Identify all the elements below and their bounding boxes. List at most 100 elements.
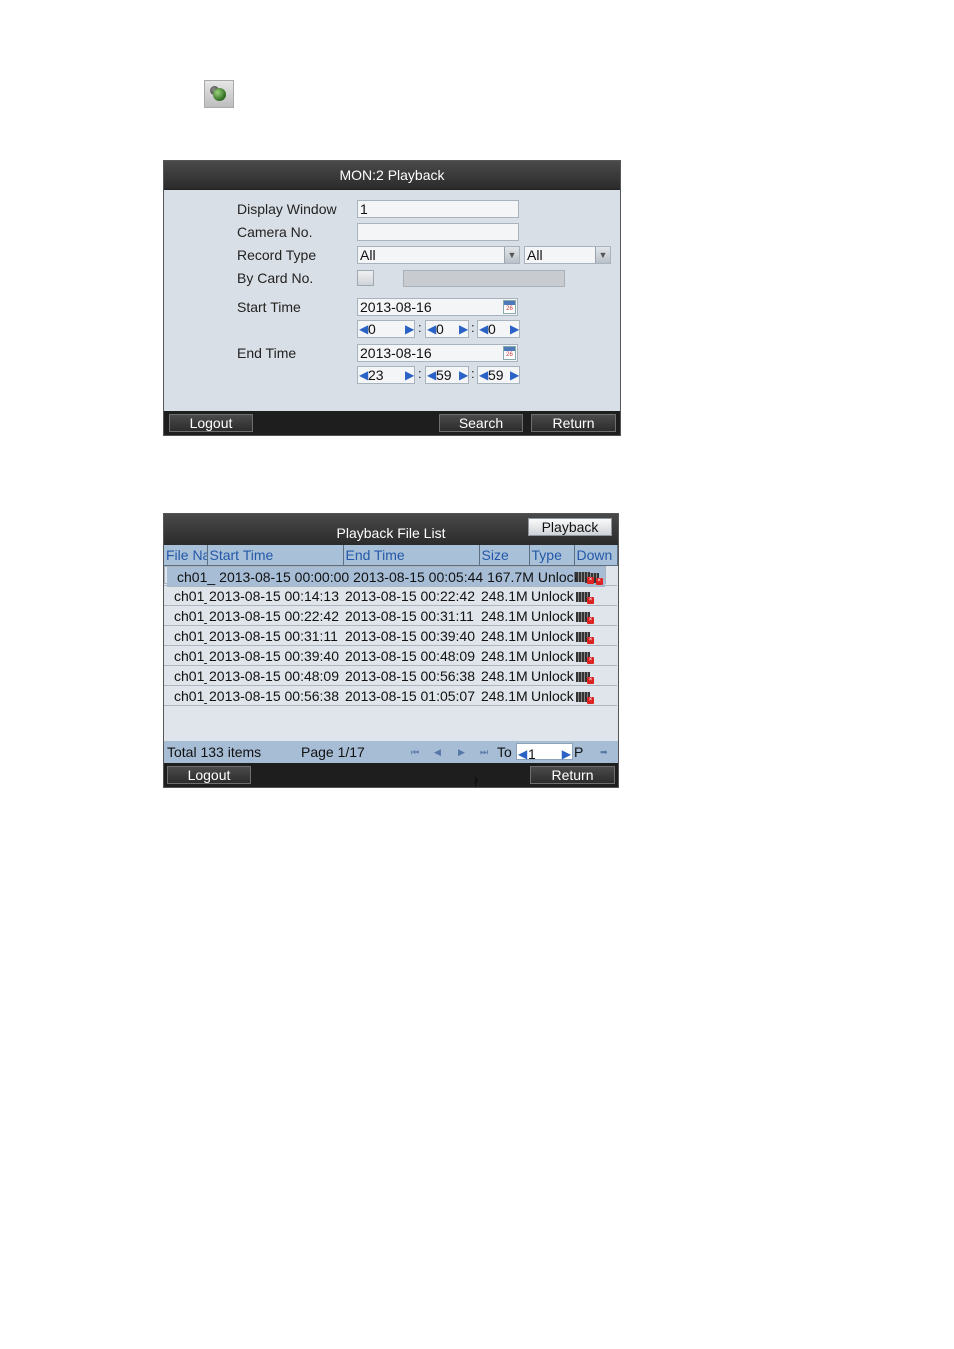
page-number-value: 1 — [528, 746, 536, 762]
spin-left-icon[interactable]: ◀ — [518, 747, 527, 762]
dialog-title-bar: Playback File List Playback — [164, 514, 618, 545]
type-cell: Unlock — [529, 605, 574, 626]
end-second-spinner[interactable]: ◀ 59 ▶ — [477, 366, 520, 384]
spin-left-icon[interactable]: ◀ — [359, 367, 368, 383]
go-page-icon[interactable]: ➡ — [600, 747, 608, 758]
start-hour-spinner[interactable]: ◀ 0 ▶ — [357, 320, 415, 338]
record-type-select[interactable]: All ▼ — [357, 246, 520, 264]
by-card-no-checkbox[interactable] — [357, 270, 374, 286]
chevron-down-icon[interactable]: ▼ — [595, 247, 610, 263]
column-header-size[interactable]: Size — [479, 545, 530, 566]
column-header-start-time[interactable]: Start Time — [207, 545, 344, 566]
end-minute-spinner[interactable]: ◀ 59 ▶ — [425, 366, 469, 384]
start-minute-spinner[interactable]: ◀ 0 ▶ — [425, 320, 469, 338]
download-icon[interactable]: × — [576, 691, 594, 704]
camera-no-label: Camera No. — [237, 224, 313, 240]
spin-right-icon[interactable]: ▶ — [405, 367, 414, 383]
total-items: Total 133 items — [167, 744, 262, 760]
spin-left-icon[interactable]: ◀ — [359, 321, 368, 337]
start-second-spinner[interactable]: ◀ 0 ▶ — [477, 320, 520, 338]
first-page-icon[interactable]: ⏮ — [411, 747, 419, 758]
table-row[interactable]: ch01_2013-08-15 00:39:402013-08-15 00:48… — [164, 645, 617, 666]
end-date-field[interactable]: 2013-08-16 26 — [357, 344, 518, 362]
calendar-icon[interactable]: 26 — [503, 300, 516, 314]
page-indicator: Page 1/17 — [301, 744, 365, 760]
column-header-type[interactable]: Type — [529, 545, 575, 566]
end-time-cell: 2013-08-15 00:39:40 — [343, 625, 479, 646]
download-icon[interactable]: × — [576, 651, 594, 664]
dialog-footer: Logout Return — [164, 763, 618, 787]
column-header-file-name[interactable]: File Na — [164, 545, 208, 566]
search-button[interactable]: Search — [439, 414, 523, 432]
end-hour-value: 23 — [368, 367, 384, 383]
size-cell: 248.1M — [479, 645, 529, 666]
file-name-cell: ch01_ — [164, 645, 207, 666]
record-subtype-select[interactable]: All ▼ — [524, 246, 611, 264]
type-cell: Unlock — [529, 585, 574, 606]
table-row[interactable]: ch01_2013-08-15 00:14:132013-08-15 00:22… — [164, 585, 617, 606]
column-header-download[interactable]: Down — [574, 545, 618, 566]
time-separator: : — [418, 320, 422, 335]
spin-left-icon[interactable]: ◀ — [427, 321, 436, 337]
spin-left-icon[interactable]: ◀ — [427, 367, 436, 383]
record-type-label: Record Type — [237, 247, 317, 263]
spin-left-icon[interactable]: ◀ — [479, 367, 488, 383]
card-no-field[interactable] — [403, 270, 565, 287]
table-row[interactable]: ch01_2013-08-15 00:56:382013-08-15 01:05… — [164, 685, 617, 706]
end-time-cell: 2013-08-15 01:05:07 — [343, 685, 479, 706]
start-date-field[interactable]: 2013-08-16 26 — [357, 298, 518, 316]
last-page-icon[interactable]: ⏭ — [480, 747, 488, 758]
download-cell: × — [574, 605, 617, 626]
next-page-icon[interactable]: ▶ — [458, 747, 465, 758]
time-separator: : — [418, 366, 422, 381]
spin-right-icon[interactable]: ▶ — [562, 747, 571, 762]
start-hour-value: 0 — [368, 321, 376, 337]
spin-right-icon[interactable]: ▶ — [459, 321, 468, 337]
playback-icon[interactable] — [204, 80, 234, 108]
prev-page-icon[interactable]: ◀ — [434, 747, 441, 758]
playback-button[interactable]: Playback — [528, 518, 612, 536]
goto-label: To — [497, 744, 512, 760]
spin-right-icon[interactable]: ▶ — [459, 367, 468, 383]
table-row[interactable]: ch01_2013-08-15 00:48:092013-08-15 00:56… — [164, 665, 617, 686]
spin-right-icon[interactable]: ▶ — [405, 321, 414, 337]
spin-right-icon[interactable]: ▶ — [510, 321, 519, 337]
mouse-cursor-icon — [475, 776, 478, 788]
return-button[interactable]: Return — [530, 766, 615, 784]
table-row[interactable]: ch01_ 2013-08-15 00:00:00 2013-08-15 00:05… — [164, 566, 606, 587]
logout-button[interactable]: Logout — [167, 766, 251, 784]
spin-right-icon[interactable]: ▶ — [510, 367, 519, 383]
file-name-cell: ch01_ — [164, 605, 207, 626]
download-icon[interactable]: × — [576, 611, 594, 624]
calendar-icon[interactable]: 26 — [503, 346, 516, 360]
table-row[interactable]: ch01_2013-08-15 00:22:422013-08-15 00:31… — [164, 605, 617, 626]
display-window-field[interactable]: 1 — [357, 200, 519, 218]
start-time-cell: 2013-08-15 00:48:09 — [207, 665, 343, 686]
spin-left-icon[interactable]: ◀ — [479, 321, 488, 337]
start-time-cell: 2013-08-15 00:31:11 — [207, 625, 343, 646]
size-cell: 248.1M — [479, 665, 529, 686]
camera-no-field[interactable] — [357, 223, 519, 241]
end-hour-spinner[interactable]: ◀ 23 ▶ — [357, 366, 415, 384]
record-subtype-value: All — [527, 247, 543, 263]
calendar-day: 26 — [506, 306, 513, 312]
type-cell: Unlock — [529, 625, 574, 646]
size-cell: 248.1M — [479, 585, 529, 606]
logout-button[interactable]: Logout — [169, 414, 253, 432]
download-icon[interactable]: × — [576, 571, 594, 584]
download-cell: × — [574, 585, 617, 606]
download-cell: × — [574, 665, 617, 686]
page-number-input[interactable]: ◀ 1 ▶ — [516, 743, 573, 762]
size-cell: 248.1M — [479, 605, 529, 626]
download-icon[interactable]: × — [576, 671, 594, 684]
return-button[interactable]: Return — [531, 414, 616, 432]
column-header-end-time[interactable]: End Time — [343, 545, 480, 566]
chevron-down-icon[interactable]: ▼ — [504, 247, 519, 263]
download-icon[interactable]: × — [576, 591, 594, 604]
start-second-value: 0 — [488, 321, 496, 337]
download-cell: × — [574, 645, 617, 666]
table-row[interactable]: ch01_2013-08-15 00:31:112013-08-15 00:39… — [164, 625, 617, 646]
start-time-cell: 2013-08-15 00:22:42 — [207, 605, 343, 626]
download-icon[interactable]: × — [576, 631, 594, 644]
time-separator: : — [471, 320, 475, 335]
